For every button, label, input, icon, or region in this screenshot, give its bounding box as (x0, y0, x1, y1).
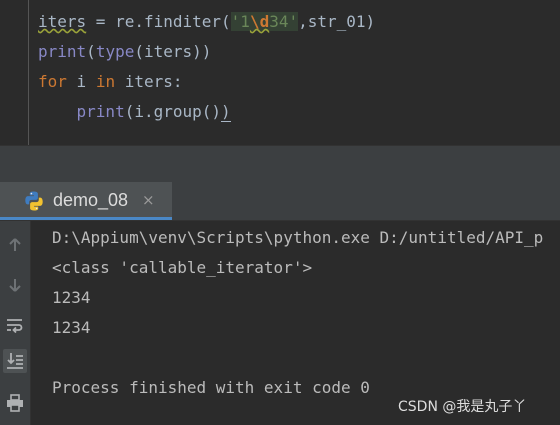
token-string-end: 34' (269, 12, 299, 31)
token-print: print (38, 42, 87, 61)
soft-wrap-icon[interactable] (3, 313, 27, 337)
console-output-line: 1234 (52, 288, 91, 307)
token-print: print (76, 102, 125, 121)
token-for: for (38, 72, 67, 91)
run-toolbar (0, 221, 31, 425)
console-output-line: 1234 (52, 318, 91, 337)
tab-label: demo_08 (53, 190, 129, 210)
code-editor[interactable]: iters = re.finditer('1\d34',str_01) prin… (0, 0, 560, 145)
token-group-call: (i.group() (124, 102, 222, 121)
code-line-4[interactable]: print(i.group()) (38, 102, 231, 122)
code-line-2[interactable]: print(type(iters)) (38, 42, 211, 62)
token-type: type (95, 42, 135, 61)
console-exit-message: Process finished with exit code 0 (52, 378, 370, 397)
console-output-line: <class 'callable_iterator'> (52, 258, 313, 277)
token-close-paren: ) (221, 102, 231, 122)
gutter-divider (28, 0, 29, 145)
panel-splitter[interactable] (0, 145, 560, 183)
token-args-tail: ,str_01) (298, 12, 376, 31)
code-line-3[interactable]: for i in iters: (38, 72, 183, 92)
token-paren: ( (86, 42, 96, 61)
watermark: CSDN @我是丸子丫 (398, 399, 527, 415)
up-arrow-icon[interactable] (3, 233, 27, 257)
token-finditer-call: = re.finditer( (86, 12, 231, 31)
token-iterable: iters: (115, 72, 183, 91)
code-line-1[interactable]: iters = re.finditer('1\d34',str_01) (38, 12, 375, 32)
close-icon[interactable]: × (142, 191, 155, 209)
token-loop-var: i (66, 72, 96, 91)
print-icon[interactable] (3, 391, 27, 415)
active-tab-indicator (0, 217, 172, 220)
python-icon (25, 191, 43, 211)
run-tab-demo[interactable]: demo_08 × (0, 182, 172, 220)
token-in: in (95, 72, 116, 91)
run-tab-bar: demo_08 × (0, 182, 560, 221)
token-iters-var: iters (38, 12, 87, 31)
scroll-to-end-icon[interactable] (3, 349, 27, 373)
token-type-args: (iters)) (134, 42, 212, 61)
down-arrow-icon[interactable] (3, 273, 27, 297)
token-string-start: '1 (230, 12, 250, 31)
token-escape-d: \d (249, 12, 270, 31)
console-command-line: D:\Appium\venv\Scripts\python.exe D:/unt… (52, 228, 544, 247)
